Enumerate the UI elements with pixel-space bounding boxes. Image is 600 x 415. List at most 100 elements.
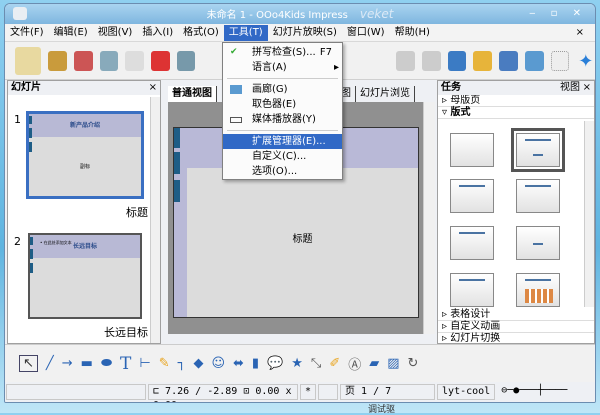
edit-file-icon[interactable] bbox=[125, 50, 144, 71]
menu-item-spellcheck[interactable]: ✔ 拼写检查(S)... F7 bbox=[223, 45, 342, 60]
close-icon[interactable]: × bbox=[583, 81, 591, 95]
slides-panel-title: 幻灯片 bbox=[11, 82, 41, 93]
layout-scrollbar[interactable] bbox=[584, 121, 594, 307]
open-icon[interactable] bbox=[48, 50, 67, 71]
extrusion-icon[interactable]: ↻ bbox=[408, 356, 419, 371]
undo-icon[interactable] bbox=[396, 50, 416, 71]
print-icon[interactable] bbox=[176, 50, 196, 71]
grid-icon[interactable] bbox=[550, 50, 570, 71]
title-placeholder[interactable]: 标题 bbox=[293, 234, 313, 245]
slide-thumbnail-2[interactable]: 长远目标 • 在此处添加文本 bbox=[28, 233, 142, 319]
slide-name: 长远目标 bbox=[104, 326, 148, 339]
menu-window[interactable]: 窗口(W) bbox=[342, 25, 390, 41]
ellipse-icon[interactable]: ⬬ bbox=[101, 356, 112, 371]
status-bar: ⊏ 7.26 / -2.89 ⊡ 0.00 x 0.00 * 页 1 / 7 l… bbox=[5, 382, 595, 402]
connector-icon[interactable]: ┐ bbox=[178, 356, 186, 371]
redo-icon[interactable] bbox=[422, 50, 441, 71]
menu-help[interactable]: 帮助(H) bbox=[390, 25, 435, 41]
basic-shapes-icon[interactable]: ◆ bbox=[193, 356, 203, 371]
menu-edit[interactable]: 编辑(E) bbox=[49, 25, 93, 41]
fontwork-icon[interactable]: Ⓐ bbox=[348, 354, 361, 373]
block-arrows-icon[interactable]: ⬌ bbox=[233, 356, 244, 371]
layout-two-content[interactable] bbox=[516, 179, 560, 213]
chart-icon[interactable] bbox=[473, 50, 493, 71]
layout-title-only[interactable] bbox=[450, 226, 494, 260]
slides-scrollbar[interactable] bbox=[150, 97, 160, 343]
menu-bar: 文件(F) 编辑(E) 视图(V) 插入(I) 格式(O) 工具(T) 幻灯片放… bbox=[5, 24, 595, 42]
close-icon[interactable]: × bbox=[149, 81, 157, 95]
image-icon[interactable]: ▰ bbox=[369, 356, 379, 371]
layout-title[interactable] bbox=[511, 128, 565, 172]
slides-panel-header: 幻灯片 × bbox=[8, 81, 160, 95]
layout-chart[interactable] bbox=[516, 273, 560, 307]
menu-item-options[interactable]: 选项(O)... bbox=[223, 164, 342, 179]
text-icon[interactable]: T bbox=[120, 354, 131, 374]
line-icon[interactable]: ╱ bbox=[46, 356, 54, 371]
flowchart-icon[interactable]: ▮ bbox=[252, 356, 259, 371]
task-panel-title: 任务 bbox=[441, 82, 461, 93]
task-view-menu[interactable]: 视图 bbox=[560, 81, 580, 95]
arrow-icon[interactable]: → bbox=[62, 356, 73, 371]
menu-item-customize[interactable]: 自定义(C)... bbox=[223, 149, 342, 164]
stars-icon[interactable]: ★ bbox=[291, 356, 303, 371]
new-icon[interactable] bbox=[15, 46, 42, 75]
select-icon[interactable]: ↖ bbox=[19, 355, 38, 372]
status-modified: * bbox=[300, 384, 317, 400]
menu-item-extension-manager[interactable]: 扩展管理器(E)... bbox=[223, 134, 342, 149]
curve-icon[interactable]: ✎ bbox=[159, 356, 170, 371]
thumb-body: 副标 bbox=[79, 163, 90, 170]
watermark: veket bbox=[359, 7, 394, 21]
table-icon[interactable] bbox=[499, 50, 518, 71]
display-icon[interactable] bbox=[447, 50, 467, 71]
email-icon[interactable] bbox=[99, 50, 119, 71]
status-position: ⊏ 7.26 / -2.89 ⊡ 0.00 x 0.00 bbox=[148, 384, 298, 402]
app-window: 未命名 1 - OOo4Kids Impress veket ‒ ▫ ✕ 文件(F… bbox=[4, 3, 596, 403]
section-master-pages[interactable]: ▹ 母版页 bbox=[438, 95, 594, 107]
glue-icon[interactable]: ✐ bbox=[329, 356, 340, 371]
pdf-icon[interactable] bbox=[150, 50, 170, 71]
slide-number: 2 bbox=[14, 235, 21, 248]
layout-blank[interactable] bbox=[450, 133, 494, 167]
menu-insert[interactable]: 插入(I) bbox=[137, 25, 178, 41]
menu-tools[interactable]: 工具(T) bbox=[223, 24, 268, 41]
menu-slideshow[interactable]: 幻灯片放映(S) bbox=[268, 25, 342, 41]
section-custom-animation[interactable]: ▹ 自定义动画 bbox=[438, 321, 594, 333]
drawing-toolbar: ↖ ╱ → ▬ ⬬ T ⊢ ✎ ┐ ◆ ☺ ⬌ ▮ 💬 ★ ⤡ ✐ Ⓐ ▰ ▨ … bbox=[5, 344, 595, 382]
tab-normal[interactable]: 普通视图 bbox=[168, 86, 217, 102]
symbol-shapes-icon[interactable]: ☺ bbox=[211, 356, 225, 371]
status-layout: lyt-cool bbox=[437, 384, 496, 400]
menu-view[interactable]: 视图(V) bbox=[93, 25, 138, 41]
menu-item-language[interactable]: 语言(A) ▸ bbox=[223, 60, 342, 75]
layout-title-object[interactable] bbox=[450, 273, 494, 307]
thumb-title: 新产品介绍 bbox=[29, 114, 141, 137]
editor-scrollbar[interactable] bbox=[423, 102, 435, 334]
gallery-icon[interactable]: ▨ bbox=[387, 356, 399, 371]
section-layouts[interactable]: ▿ 版式 bbox=[438, 107, 594, 119]
navigator-icon[interactable] bbox=[524, 50, 544, 71]
points-icon[interactable]: ⤡ bbox=[311, 356, 321, 371]
menu-item-media-player[interactable]: 媒体播放器(Y) bbox=[223, 112, 342, 127]
menu-item-eyedropper[interactable]: 取色器(E) bbox=[223, 97, 342, 112]
menu-file[interactable]: 文件(F) bbox=[5, 25, 49, 41]
save-icon[interactable] bbox=[73, 50, 93, 71]
menu-format[interactable]: 格式(O) bbox=[178, 25, 224, 41]
desktop-label: 调试驱 bbox=[368, 405, 396, 415]
slides-panel: 幻灯片 × 1 新产品介绍 副标 标题 2 长远目标 • 在此处添加文本 长远目标 bbox=[7, 80, 161, 344]
close-document-icon[interactable]: × bbox=[571, 25, 589, 41]
app-icon bbox=[13, 7, 27, 20]
menu-item-gallery[interactable]: 画廊(G) bbox=[223, 82, 342, 97]
layout-centered[interactable] bbox=[516, 226, 560, 260]
rectangle-icon[interactable]: ▬ bbox=[81, 356, 93, 371]
tab-slide-sorter[interactable]: 幻灯片浏览 bbox=[356, 86, 415, 102]
window-controls[interactable]: ‒ ▫ ✕ bbox=[529, 4, 587, 24]
media-player-icon bbox=[230, 117, 242, 123]
zoom-slider[interactable]: ⊖─●───┼──── bbox=[497, 384, 595, 400]
dimension-icon[interactable]: ⊢ bbox=[139, 356, 150, 371]
slide-thumbnail-1[interactable]: 新产品介绍 副标 bbox=[26, 111, 144, 199]
callout-icon[interactable]: 💬 bbox=[267, 356, 283, 371]
layout-title-content[interactable] bbox=[450, 179, 494, 213]
slide-number: 1 bbox=[14, 113, 21, 126]
section-table-design[interactable]: ▹ 表格设计 bbox=[438, 309, 594, 321]
star-icon[interactable]: ✦ bbox=[576, 51, 595, 72]
tools-menu-dropdown: ✔ 拼写检查(S)... F7 语言(A) ▸ 画廊(G) 取色器(E) 媒体播放器(… bbox=[222, 42, 343, 180]
